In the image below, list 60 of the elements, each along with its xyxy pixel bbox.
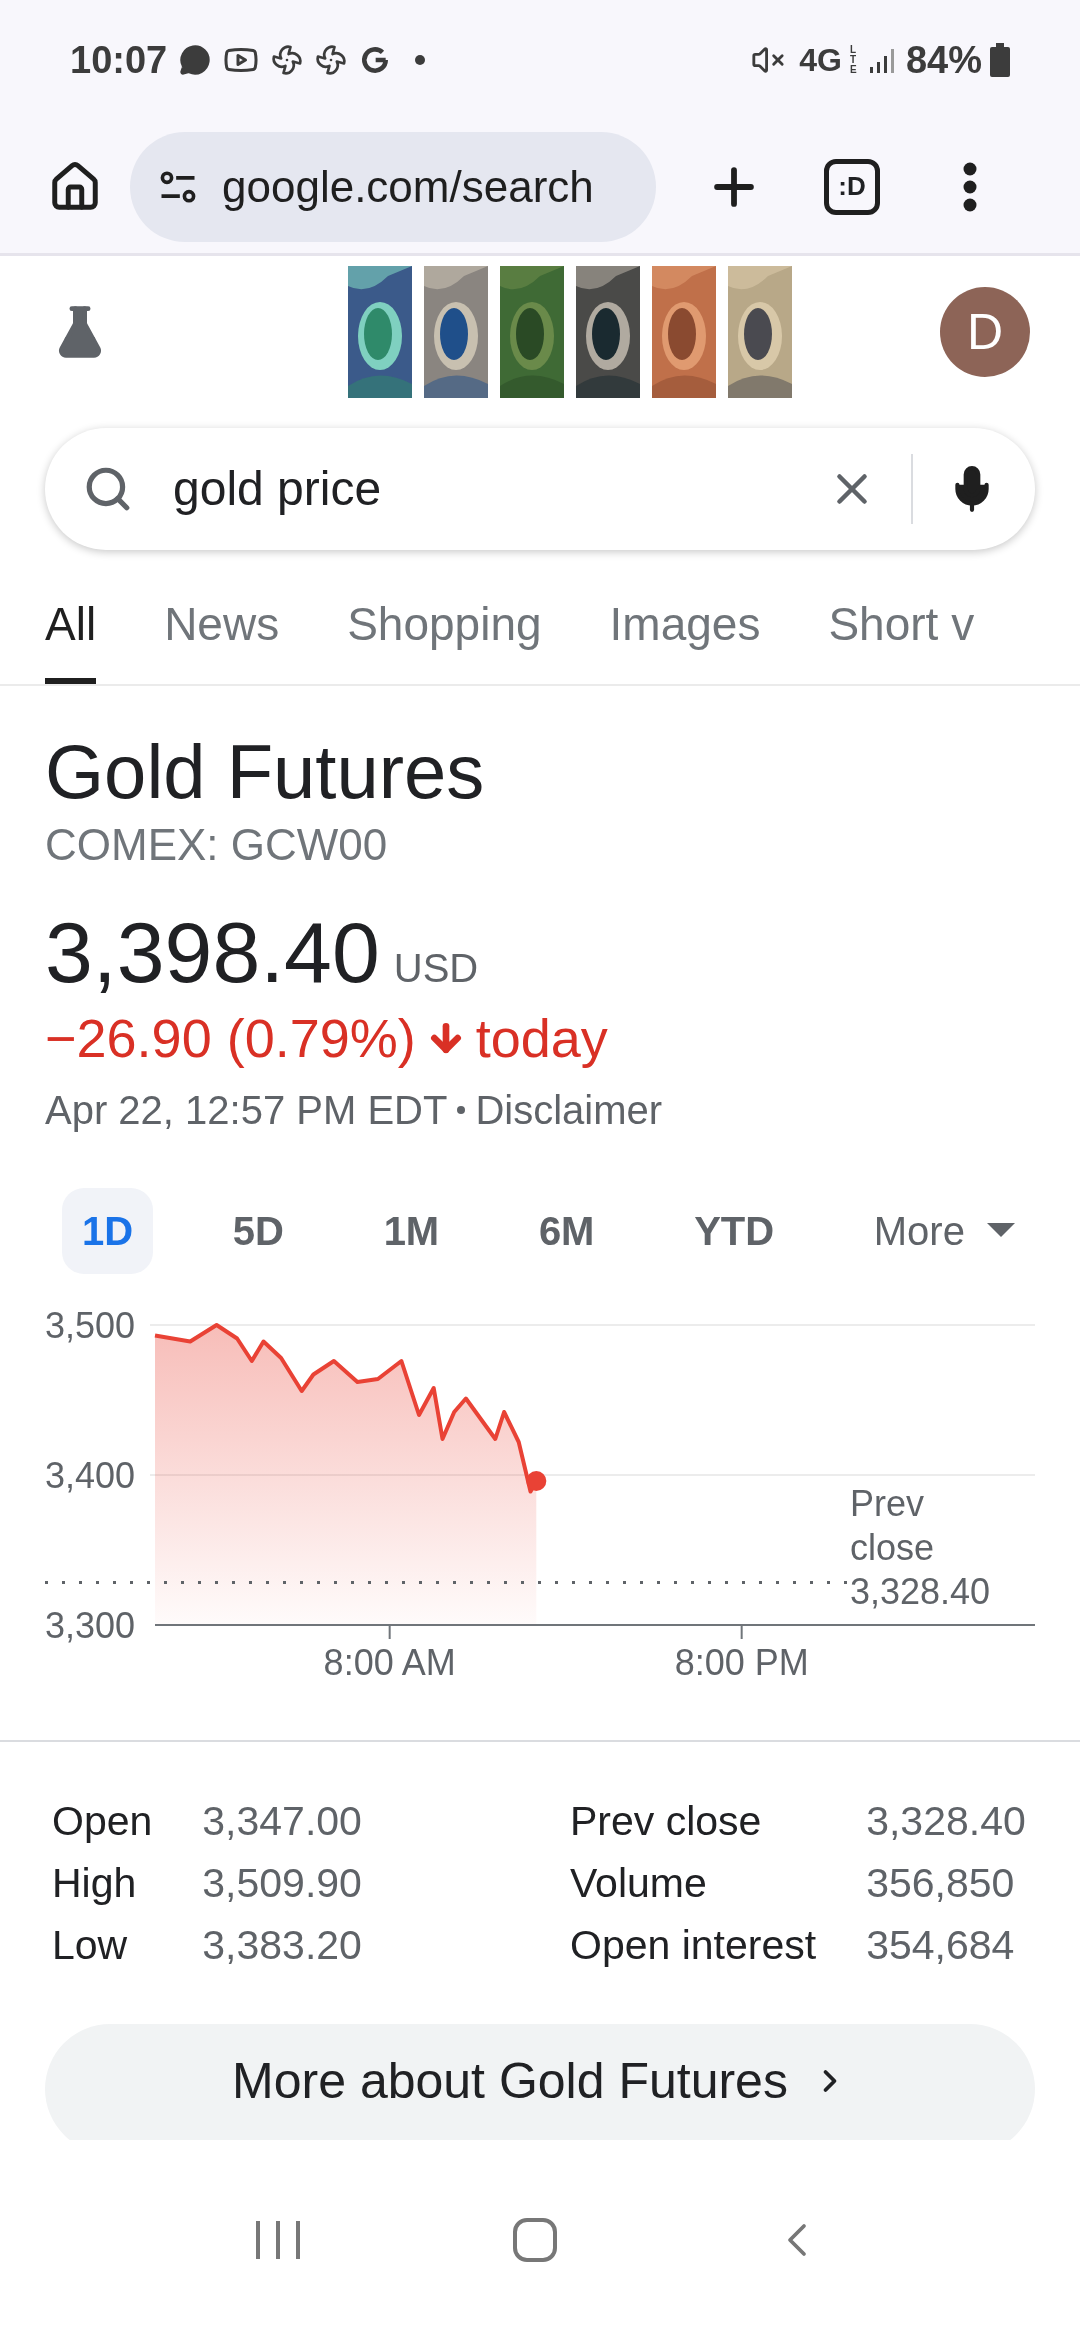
stat-label: Open bbox=[52, 1797, 153, 1846]
network-type: 4G bbox=[799, 41, 842, 80]
more-about-button[interactable]: More about Gold Futures bbox=[45, 2024, 1035, 2140]
recent-apps-icon[interactable] bbox=[255, 2219, 302, 2261]
x-axis-label: 8:00 AM bbox=[323, 1642, 456, 1683]
y-axis-label: 3,500 bbox=[45, 1305, 136, 1346]
stat-label: High bbox=[52, 1859, 138, 1908]
more-icon bbox=[963, 161, 977, 212]
search-tab[interactable]: Images bbox=[609, 570, 761, 684]
stat-label: Volume bbox=[570, 1859, 708, 1908]
dropdown-caret-icon bbox=[986, 1223, 1015, 1239]
pinwheel-icon bbox=[271, 44, 304, 76]
search-input[interactable]: gold price bbox=[173, 453, 827, 525]
search-tab[interactable]: News bbox=[164, 570, 280, 684]
search-tab[interactable]: All bbox=[45, 570, 97, 684]
stat-label: Low bbox=[52, 1921, 129, 1970]
y-axis-label: 3,400 bbox=[45, 1455, 136, 1496]
search-tab[interactable]: Short v bbox=[828, 570, 975, 684]
change-period: today bbox=[475, 1007, 608, 1070]
stat-label: Open interest bbox=[570, 1921, 817, 1970]
ticker-symbol: COMEX: GCW00 bbox=[45, 819, 389, 871]
timestamp: Apr 22, 12:57 PM EDT bbox=[45, 1087, 448, 1134]
doodle-logo[interactable] bbox=[348, 266, 792, 398]
address-bar[interactable]: google.com/search bbox=[130, 131, 656, 242]
battery-icon bbox=[990, 43, 1010, 77]
url-text: google.com/search bbox=[222, 160, 594, 213]
price: 3,398.40 bbox=[45, 903, 380, 1002]
stat-value: 356,850 bbox=[866, 1859, 1016, 1908]
dot-icon bbox=[415, 55, 426, 65]
price-change: −26.90 (0.79%) bbox=[45, 1007, 416, 1070]
range-tab[interactable]: 1M bbox=[363, 1188, 460, 1274]
battery-percent: 84% bbox=[905, 37, 982, 83]
search-field[interactable]: gold price bbox=[45, 428, 1035, 550]
currency: USD bbox=[393, 945, 479, 992]
account-avatar[interactable]: D bbox=[940, 287, 1030, 377]
stat-value: 3,328.40 bbox=[866, 1797, 1027, 1846]
stat-value: 3,347.00 bbox=[202, 1797, 363, 1846]
bullet-separator bbox=[457, 1106, 466, 1114]
stat-value: 354,684 bbox=[866, 1921, 1016, 1970]
home-nav-icon[interactable] bbox=[512, 2217, 558, 2263]
prev-close-label: Prev close 3,328.40 bbox=[850, 1482, 992, 1615]
range-tab[interactable]: 6M bbox=[518, 1188, 615, 1274]
current-price-dot bbox=[526, 1471, 547, 1491]
range-tab[interactable]: More bbox=[853, 1188, 1035, 1274]
network-subtype: LTE bbox=[849, 45, 858, 75]
range-tab[interactable]: 5D bbox=[212, 1188, 304, 1274]
tab-switcher-button[interactable]: :D bbox=[824, 158, 880, 215]
range-tab[interactable]: 1D bbox=[62, 1188, 154, 1274]
quote-title: Gold Futures bbox=[45, 728, 486, 816]
disclaimer-link[interactable]: Disclaimer bbox=[475, 1080, 663, 1140]
x-axis-label: 8:00 PM bbox=[674, 1642, 809, 1683]
stat-label: Prev close bbox=[570, 1797, 763, 1846]
chat-icon bbox=[179, 44, 212, 76]
pinwheel-icon bbox=[315, 44, 348, 76]
stat-value: 3,383.20 bbox=[202, 1921, 363, 1970]
y-axis-label: 3,300 bbox=[45, 1605, 136, 1646]
search-tab[interactable]: Shopping bbox=[347, 570, 542, 684]
status-time: 10:07 bbox=[70, 37, 168, 83]
stat-value: 3,509.90 bbox=[202, 1859, 363, 1908]
range-tab[interactable]: YTD bbox=[674, 1188, 795, 1274]
